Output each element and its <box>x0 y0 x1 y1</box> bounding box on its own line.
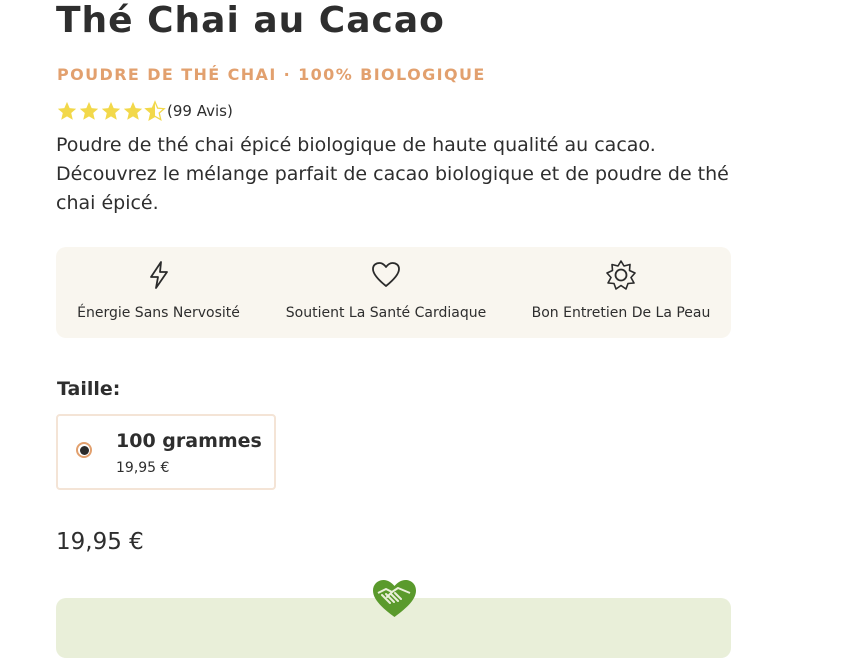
size-option-100g[interactable]: 100 grammes 19,95 € <box>56 414 276 490</box>
product-title: Thé Chai au Cacao <box>56 0 445 41</box>
product-description: Poudre de thé chai épicé biologique de h… <box>56 134 729 214</box>
radio-selected-dot <box>79 445 89 455</box>
benefit-heart: Soutient La Santé Cardiaque <box>271 247 501 338</box>
star-half-icon <box>144 100 166 122</box>
size-option-name: 100 grammes <box>116 430 262 452</box>
star-icon <box>57 101 77 120</box>
benefit-energy: Énergie Sans Nervosité <box>56 247 261 338</box>
handshake-heart-icon <box>373 580 416 617</box>
benefit-label: Soutient La Santé Cardiaque <box>285 305 487 321</box>
product-subtitle: POUDRE DE THÉ CHAI · 100% BIOLOGIQUE <box>57 65 486 84</box>
size-radio[interactable] <box>76 442 92 458</box>
star-icon <box>101 101 121 120</box>
benefit-skin: Bon Entretien De La Peau <box>511 247 731 338</box>
lightning-icon <box>149 261 168 289</box>
size-option-price: 19,95 € <box>116 460 170 476</box>
size-label: Taille: <box>57 378 121 400</box>
benefit-label: Bon Entretien De La Peau <box>531 305 711 321</box>
benefit-label: Énergie Sans Nervosité <box>77 305 240 321</box>
star-icon <box>79 101 99 120</box>
sun-icon <box>606 260 636 290</box>
review-count[interactable]: (99 Avis) <box>167 102 233 120</box>
rating-stars <box>56 100 166 122</box>
star-icon <box>123 101 143 120</box>
benefits-panel: Énergie Sans Nervosité Soutient La Santé… <box>56 247 731 338</box>
rating[interactable]: (99 Avis) <box>56 100 233 122</box>
heart-icon <box>372 262 400 287</box>
product-price: 19,95 € <box>56 529 144 555</box>
